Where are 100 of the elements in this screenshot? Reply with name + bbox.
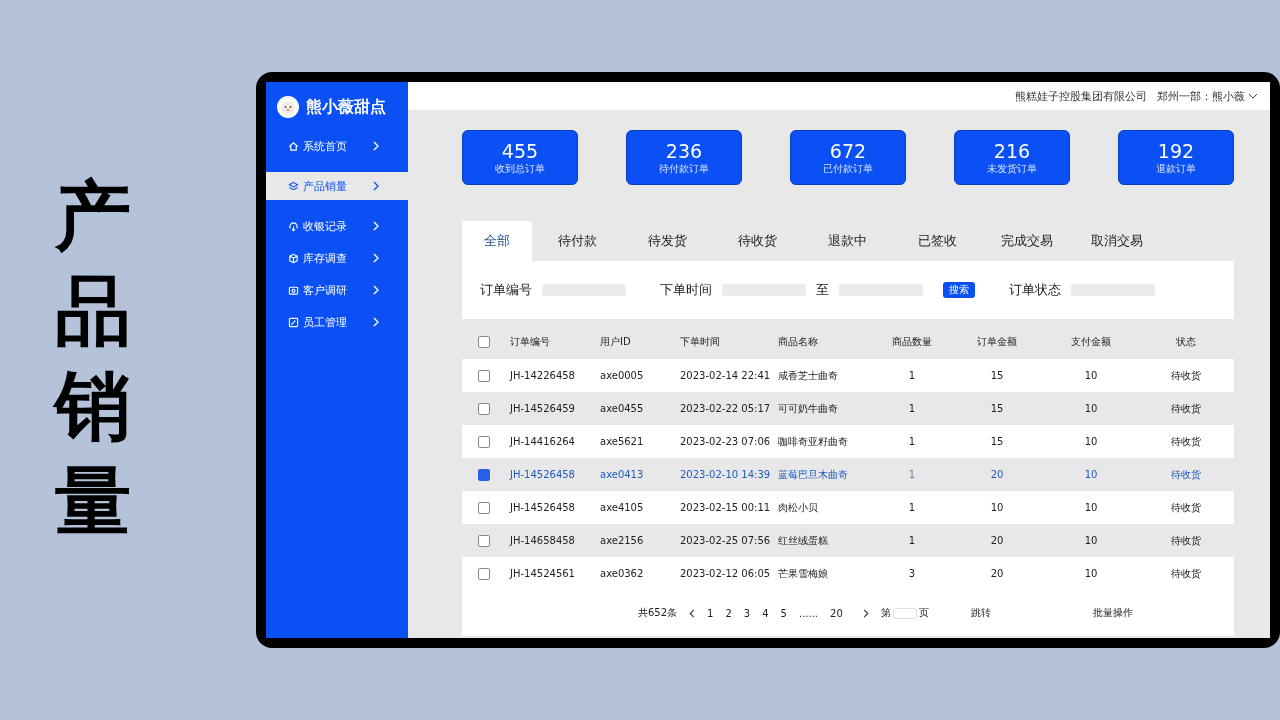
table-cell-text: 10 bbox=[1083, 403, 1099, 414]
table-cell-text: 1 bbox=[907, 436, 917, 447]
tab[interactable]: 待发货 bbox=[622, 221, 712, 261]
table-cell-text: 10 bbox=[1083, 469, 1099, 480]
table-cell-text: 1 bbox=[907, 469, 917, 480]
table-cell-text: 1 bbox=[907, 403, 917, 414]
row-checkbox[interactable] bbox=[478, 468, 490, 481]
table-cell-text: 待收货 bbox=[1170, 401, 1202, 416]
camera-icon bbox=[288, 284, 299, 296]
page-link[interactable]: 1 bbox=[707, 607, 714, 619]
stat-label: 未发货订单 bbox=[987, 161, 1037, 176]
table-cell-text: 10 bbox=[1083, 370, 1099, 381]
refresh-icon bbox=[288, 220, 299, 232]
table-cell-text: axe0455 bbox=[600, 403, 645, 414]
stat-value: 672 bbox=[829, 139, 867, 162]
table-cell-text: axe2156 bbox=[600, 535, 645, 546]
tab[interactable]: 已签收 bbox=[892, 221, 982, 261]
table-cell-text: 待收货 bbox=[1170, 500, 1202, 515]
sidebar-item[interactable]: 系统首页 bbox=[266, 132, 408, 160]
stat-value: 216 bbox=[993, 139, 1031, 162]
previous-page-icon[interactable] bbox=[689, 608, 696, 618]
table-cell-text: 20 bbox=[989, 469, 1005, 480]
page-link[interactable]: 4 bbox=[762, 607, 769, 619]
brand-name: 熊小薇甜点 bbox=[306, 96, 386, 118]
column-header: 商品名称 bbox=[777, 335, 819, 349]
table-cell-text: JH-14226458 bbox=[510, 370, 576, 381]
batch-action-link[interactable]: 批量操作 bbox=[1092, 606, 1133, 620]
search-button[interactable]: 搜索 bbox=[943, 282, 975, 298]
tab[interactable]: 待收货 bbox=[712, 221, 802, 261]
table-cell-text: 待收货 bbox=[1170, 467, 1202, 482]
select-all-checkbox[interactable] bbox=[478, 336, 490, 348]
table-row[interactable]: JH-14658458 axe2156 2023-02-25 07:56 红丝绒蛋糕 1 20 10 待收货 bbox=[462, 524, 1234, 557]
next-page-icon[interactable] bbox=[862, 608, 869, 618]
column-header: 状态 bbox=[1175, 335, 1197, 349]
tab[interactable]: 待付款 bbox=[532, 221, 622, 261]
table-cell-text: JH-14416264 bbox=[510, 436, 576, 447]
table-cell-text: 10 bbox=[1083, 502, 1099, 513]
field-label: 下单时间 bbox=[660, 281, 712, 299]
table-cell-text: 15 bbox=[989, 370, 1005, 381]
sidebar-item[interactable]: 员工管理 bbox=[266, 308, 408, 336]
table-cell-text: 待收货 bbox=[1170, 566, 1202, 581]
row-checkbox[interactable] bbox=[478, 369, 490, 382]
stat-value: 236 bbox=[665, 139, 703, 162]
table-cell-text: 3 bbox=[907, 568, 917, 579]
table-cell-text: JH-14524561 bbox=[510, 568, 576, 579]
edit-icon bbox=[288, 316, 299, 328]
chevron-icon bbox=[373, 221, 379, 231]
tab[interactable]: 完成交易 bbox=[982, 221, 1072, 261]
table-cell-text: 芒果雪梅娘 bbox=[777, 566, 829, 581]
sidebar-item[interactable]: 库存调查 bbox=[266, 244, 408, 272]
home-icon bbox=[288, 140, 299, 152]
table-cell-text: axe0413 bbox=[600, 469, 645, 480]
user-menu[interactable]: 郑州一部：熊小薇 bbox=[1157, 88, 1258, 104]
row-checkbox[interactable] bbox=[478, 435, 490, 448]
table-cell-text: 待收货 bbox=[1170, 533, 1202, 548]
row-checkbox[interactable] bbox=[478, 534, 490, 547]
tab[interactable]: 取消交易 bbox=[1072, 221, 1162, 261]
range-label: 至 bbox=[816, 281, 829, 299]
page-number-field[interactable] bbox=[892, 607, 917, 619]
table-cell-text: 10 bbox=[1083, 535, 1099, 546]
table-cell-text: axe0005 bbox=[600, 370, 645, 381]
tab[interactable]: 全部 bbox=[462, 221, 532, 261]
table-cell-text: 待收货 bbox=[1170, 368, 1202, 383]
page-link[interactable]: 3 bbox=[743, 607, 751, 619]
row-checkbox[interactable] bbox=[478, 501, 490, 514]
stat-label: 已付款订单 bbox=[823, 161, 873, 176]
column-header: 支付金额 bbox=[1070, 335, 1112, 349]
table-cell-text: 20 bbox=[989, 568, 1005, 579]
stat-label: 退款订单 bbox=[1156, 161, 1196, 176]
table-cell-text: 10 bbox=[989, 502, 1005, 513]
tab[interactable]: 退款中 bbox=[802, 221, 892, 261]
row-checkbox[interactable] bbox=[478, 567, 490, 580]
ellipsis: ...... bbox=[798, 607, 819, 619]
sidebar-item[interactable]: 产品销量 bbox=[266, 172, 408, 200]
total-count: 共652条 bbox=[638, 606, 678, 620]
table-cell-text: 2023-02-25 07:56 bbox=[680, 535, 772, 546]
table-cell-text: axe0362 bbox=[600, 568, 645, 579]
table-row[interactable]: JH-14526459 axe0455 2023-02-22 05:17 可可奶牛曲奇 1 15 10 待收货 bbox=[462, 392, 1234, 425]
table-cell-text: 待收货 bbox=[1170, 434, 1202, 449]
chevron-icon bbox=[373, 181, 379, 191]
row-checkbox[interactable] bbox=[478, 402, 490, 415]
jump-link[interactable]: 跳转 bbox=[970, 606, 991, 620]
column-header: 下单时间 bbox=[680, 335, 721, 349]
table-cell-text: 10 bbox=[1083, 436, 1099, 447]
column-header: 订单金额 bbox=[976, 335, 1018, 349]
stat-value: 192 bbox=[1157, 139, 1195, 162]
page-link[interactable]: 2 bbox=[725, 607, 732, 619]
table-cell-text: 1 bbox=[907, 535, 917, 546]
table-cell-text: JH-14526458 bbox=[510, 502, 576, 513]
sidebar-item[interactable]: 收银记录 bbox=[266, 212, 408, 240]
page-link[interactable]: 5 bbox=[780, 607, 787, 619]
table-cell-text: JH-14658458 bbox=[510, 535, 576, 546]
column-header: 用户ID bbox=[600, 335, 632, 349]
table-cell-text: JH-14526458 bbox=[510, 469, 576, 480]
sidebar-item[interactable]: 客户调研 bbox=[266, 276, 408, 304]
table-row[interactable]: JH-14526458 axe0413 2023-02-10 14:39 蓝莓巴旦木曲奇 1 20 10 待收货 bbox=[462, 458, 1234, 491]
table-cell-text: axe4105 bbox=[600, 502, 645, 513]
table-cell-text: 15 bbox=[989, 436, 1005, 447]
page-link[interactable]: 20 bbox=[830, 607, 843, 619]
table-cell-text: 红丝绒蛋糕 bbox=[777, 533, 829, 548]
